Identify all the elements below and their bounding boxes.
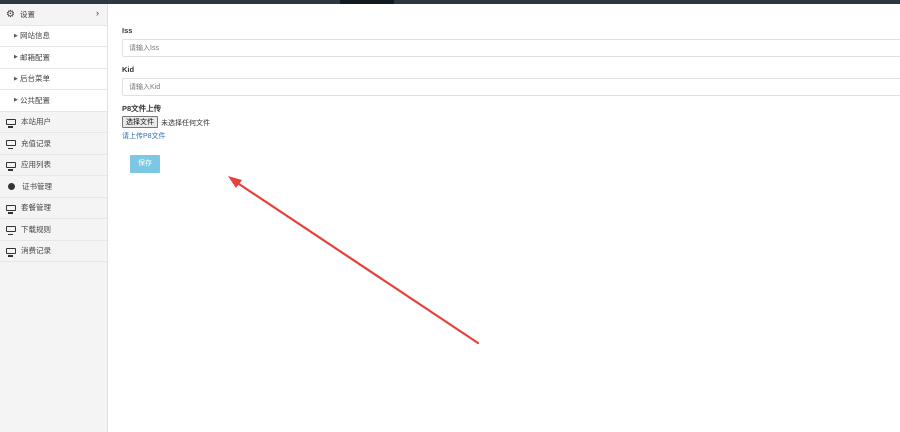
sidebar-subitem-label: 公共配置 <box>20 95 50 105</box>
sidebar-section-label: 设置 <box>20 9 35 19</box>
monitor-icon <box>6 226 16 236</box>
sidebar-subitem-label: 邮箱配置 <box>20 52 50 62</box>
iss-label: Iss <box>122 26 133 35</box>
sidebar: ⚙ 设置 › ▶ 网站信息 ▶ 邮箱配置 ▶ 后台菜单 ▶ 公共配置 本站用户 … <box>0 4 108 432</box>
sidebar-item-label: 套餐管理 <box>21 203 51 213</box>
choose-file-button[interactable]: 选择文件 <box>122 116 158 128</box>
sidebar-item-label: 消费记录 <box>21 246 51 256</box>
annotation-arrow <box>228 176 480 345</box>
monitor-icon <box>6 140 16 150</box>
monitor-icon <box>6 118 16 128</box>
annotation-arrow-head <box>228 176 242 188</box>
monitor-icon <box>6 247 16 257</box>
sidebar-item-certificates[interactable]: 证书管理 <box>0 176 107 198</box>
top-navbar-active-tab[interactable] <box>340 0 394 4</box>
kid-input[interactable] <box>122 78 900 96</box>
sidebar-item-recharge-records[interactable]: 充值记录 <box>0 133 107 155</box>
sidebar-item-app-list[interactable]: 应用列表 <box>0 155 107 176</box>
sidebar-subitem-email-config[interactable]: ▶ 邮箱配置 <box>0 47 107 69</box>
sidebar-item-label: 下载规则 <box>21 224 51 234</box>
sidebar-subitem-site-info[interactable]: ▶ 网站信息 <box>0 25 107 47</box>
sidebar-subitem-label: 后台菜单 <box>20 74 50 84</box>
sidebar-item-users[interactable]: 本站用户 <box>0 112 107 133</box>
sidebar-item-label: 本站用户 <box>21 117 51 127</box>
sidebar-section-settings[interactable]: ⚙ 设置 › <box>0 4 107 26</box>
sidebar-item-consumption-records[interactable]: 消费记录 <box>0 241 107 262</box>
chevron-right-icon: › <box>96 8 99 18</box>
file-status-text: 未选择任何文件 <box>161 120 210 127</box>
sidebar-item-label: 证书管理 <box>22 181 52 191</box>
upload-p8-link[interactable]: 请上传P8文件 <box>122 131 166 141</box>
sidebar-subitem-admin-menu[interactable]: ▶ 后台菜单 <box>0 68 107 90</box>
sidebar-item-label: 应用列表 <box>21 160 51 170</box>
iss-input[interactable] <box>122 39 900 57</box>
sidebar-item-label: 充值记录 <box>21 138 51 148</box>
kid-label: Kid <box>122 65 135 74</box>
sidebar-item-packages[interactable]: 套餐管理 <box>0 198 107 219</box>
sidebar-subitem-label: 网站信息 <box>20 31 50 41</box>
monitor-icon <box>6 204 16 214</box>
p8-upload-label: P8文件上传 <box>122 104 162 113</box>
gears-icon: ⚙ <box>6 8 15 20</box>
monitor-icon <box>6 161 16 171</box>
sidebar-item-download-rules[interactable]: 下载规则 <box>0 219 107 241</box>
sidebar-subitem-public-config[interactable]: ▶ 公共配置 <box>0 90 107 112</box>
top-navbar <box>0 0 900 4</box>
annotation-arrow-shaft <box>234 180 480 345</box>
save-button[interactable]: 保存 <box>130 155 160 173</box>
dot-icon <box>8 182 15 190</box>
